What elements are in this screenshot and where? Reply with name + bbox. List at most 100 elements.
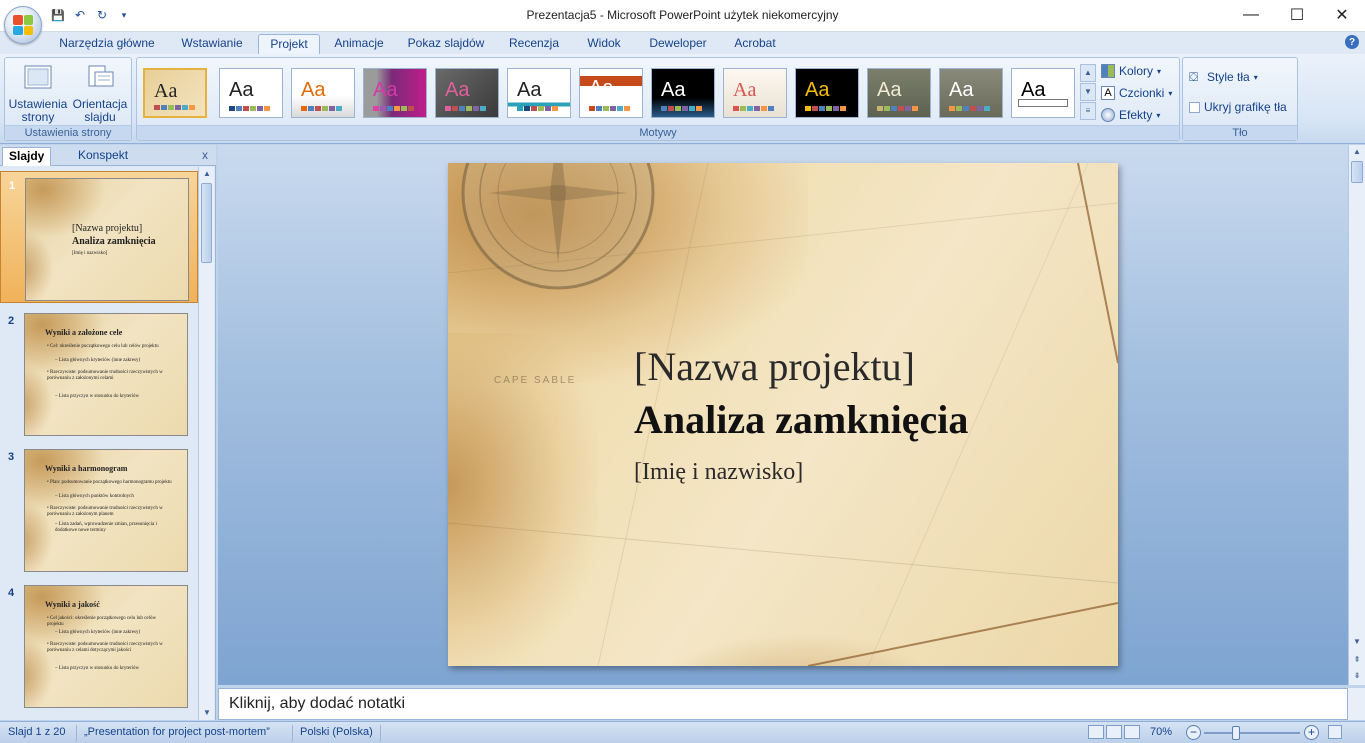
scroll-up-icon[interactable]: ▲ <box>199 167 215 181</box>
scroll-up-icon[interactable]: ▲ <box>1349 145 1365 159</box>
normal-view-icon[interactable] <box>1088 725 1104 739</box>
help-icon[interactable]: ? <box>1345 35 1359 49</box>
page-setup-button[interactable]: Ustawienia strony <box>7 62 69 126</box>
group-label-background: Tło <box>1183 125 1297 140</box>
slide-title-line1[interactable]: [Nazwa projektu] <box>634 343 915 390</box>
theme-thumbnail[interactable]: Aa <box>651 68 715 118</box>
tab-developer[interactable]: Deweloper <box>640 34 716 54</box>
slide-subtitle[interactable]: [Imię i nazwisko] <box>634 459 803 486</box>
tab-outline[interactable]: Konspekt <box>72 147 134 166</box>
slide-preview: [Nazwa projektu] Analiza zamknięcia [Imi… <box>25 178 189 301</box>
theme-fonts-button[interactable]: A Czcionki ▾ <box>1101 84 1172 102</box>
tab-view[interactable]: Widok <box>576 34 632 54</box>
group-themes: Aa Aa Aa Aa Aa Aa Aa Aa Aa Aa Aa Aa Aa ▲… <box>136 57 1180 141</box>
themes-gallery-scroll[interactable]: ▲ ▼ ≡ <box>1080 64 1096 120</box>
status-bar: Slajd 1 z 20 „Presentation for project p… <box>0 721 1365 743</box>
thumb-subbullet: – Lista przyczyn w stosunku do kryteriów <box>55 666 140 671</box>
theme-thumbnail[interactable]: Aa <box>143 68 207 118</box>
office-logo-icon <box>13 15 33 35</box>
tab-home[interactable]: Narzędzia główne <box>52 34 162 54</box>
thumbnails-scrollbar[interactable]: ▲ ▼ <box>198 167 214 720</box>
slide-orientation-icon <box>85 64 115 92</box>
next-slide-icon[interactable]: ⇟ <box>1349 669 1365 683</box>
panel-tabs: Slajdy Konspekt x <box>0 145 216 166</box>
theme-thumbnail[interactable]: Aa <box>219 68 283 118</box>
theme-thumbnail[interactable]: Aa <box>939 68 1003 118</box>
slide-editor: CAPE SABLE [Nazwa projektu] Analiza zamk… <box>218 145 1348 685</box>
minimize-button[interactable]: — <box>1228 0 1274 30</box>
theme-thumbnail[interactable]: Aa <box>363 68 427 118</box>
zoom-in-icon[interactable]: + <box>1304 725 1319 740</box>
slide-thumbnail[interactable]: 4 Wyniki a jakość • Cel jakości: określe… <box>0 579 198 711</box>
tab-acrobat[interactable]: Acrobat <box>724 34 786 54</box>
slide-thumbnail[interactable]: 2 Wyniki a założone cele • Cel: określen… <box>0 307 198 439</box>
window-title: Prezentacja5 - Microsoft PowerPoint użyt… <box>526 8 839 22</box>
maximize-button[interactable]: ☐ <box>1274 0 1320 30</box>
thumb-title-line1: [Nazwa projektu] <box>72 223 143 234</box>
zoom-slider-thumb[interactable] <box>1232 726 1240 740</box>
tab-slides[interactable]: Slajdy <box>2 147 52 166</box>
theme-thumbnail[interactable]: Aa <box>867 68 931 118</box>
theme-thumbnail[interactable]: Aa <box>291 68 355 118</box>
slide-orientation-button[interactable]: Orientacja slajdu <box>69 62 131 126</box>
theme-thumbnail[interactable]: Aa <box>579 68 643 118</box>
slide-thumbnail[interactable]: 3 Wyniki a harmonogram • Plan: podsumowa… <box>0 443 198 575</box>
scrollbar-thumb[interactable] <box>1351 161 1363 183</box>
slide-sorter-icon[interactable] <box>1106 725 1122 739</box>
hide-background-graphics-checkbox[interactable]: Ukryj grafikę tła <box>1189 98 1287 116</box>
close-panel-icon[interactable]: x <box>202 148 208 162</box>
tab-review[interactable]: Recenzja <box>502 34 566 54</box>
scroll-down-icon[interactable]: ▼ <box>199 706 215 720</box>
thumb-bullet: • Rzeczywiste: podsumowanie trudności rz… <box>47 506 163 517</box>
tab-insert[interactable]: Wstawianie <box>172 34 252 54</box>
theme-name: „Presentation for project post-mortem” <box>84 726 270 738</box>
language[interactable]: Polski (Polska) <box>300 726 373 738</box>
zoom-level[interactable]: 70% <box>1150 726 1172 738</box>
thumb-title-line2: Analiza zamknięcia <box>72 236 156 247</box>
gallery-more-icon[interactable]: ≡ <box>1080 102 1096 120</box>
paint-bucket-icon: ⛋ <box>1189 70 1199 84</box>
theme-thumbnail[interactable]: Aa <box>507 68 571 118</box>
group-label-themes: Motywy <box>137 125 1179 140</box>
scrollbar-thumb[interactable] <box>201 183 212 263</box>
scroll-down-icon[interactable]: ▼ <box>1349 635 1365 649</box>
thumb-subbullet: – Lista głównych kryteriów (inne zakresy… <box>55 630 141 635</box>
page-setup-icon <box>23 64 53 92</box>
tab-animations[interactable]: Animacje <box>326 34 392 54</box>
editor-scrollbar[interactable]: ▲ ▼ ⇞ ⇟ <box>1348 145 1365 685</box>
slide-show-icon[interactable] <box>1124 725 1140 739</box>
group-label-page-setup: Ustawienia strony <box>5 125 131 140</box>
slide-thumbnails: 1 [Nazwa projektu] Analiza zamknięcia [I… <box>0 167 198 720</box>
zoom-slider[interactable] <box>1204 732 1300 734</box>
tab-design[interactable]: Projekt <box>258 34 320 54</box>
background-styles-button[interactable]: ⛋ Style tła ▾ <box>1189 68 1258 86</box>
slides-panel: Slajdy Konspekt x 1 [Nazwa projektu] Ana… <box>0 145 216 720</box>
thumb-bullet: • Cel jakości: określenie początkowego c… <box>47 616 157 627</box>
zoom-out-icon[interactable]: − <box>1186 725 1201 740</box>
page-setup-label: Ustawienia strony <box>8 97 68 124</box>
theme-thumbnail[interactable]: Aa <box>435 68 499 118</box>
close-button[interactable]: ✕ <box>1319 0 1365 30</box>
current-slide[interactable]: CAPE SABLE [Nazwa projektu] Analiza zamk… <box>448 163 1118 666</box>
notes-scrollbar[interactable] <box>1348 688 1365 720</box>
slide-orientation-label: Orientacja slajdu <box>72 97 128 124</box>
theme-thumbnail[interactable]: Aa <box>723 68 787 118</box>
previous-slide-icon[interactable]: ⇞ <box>1349 653 1365 667</box>
theme-thumbnail[interactable]: Aa <box>795 68 859 118</box>
thumb-bullet: • Rzeczywiste: podsumowanie trudności rz… <box>47 370 163 381</box>
theme-thumbnail[interactable]: Aa <box>1011 68 1075 118</box>
effects-icon <box>1101 108 1115 122</box>
fit-to-window-icon[interactable] <box>1328 725 1342 739</box>
theme-colors-button[interactable]: Kolory ▾ <box>1101 62 1161 80</box>
theme-effects-button[interactable]: Efekty ▾ <box>1101 106 1160 124</box>
notes-pane[interactable]: Kliknij, aby dodać notatki <box>218 688 1348 720</box>
slide-title-line2[interactable]: Analiza zamknięcia <box>634 396 968 443</box>
checkbox-icon[interactable] <box>1189 101 1200 113</box>
office-button[interactable] <box>4 6 42 44</box>
slide-thumbnail[interactable]: 1 [Nazwa projektu] Analiza zamknięcia [I… <box>0 171 198 303</box>
gallery-up-icon[interactable]: ▲ <box>1080 64 1096 82</box>
tab-slide-show[interactable]: Pokaz slajdów <box>400 34 492 54</box>
gallery-down-icon[interactable]: ▼ <box>1080 83 1096 101</box>
thumb-bullet: • Plan: podsumowanie początkowego harmon… <box>47 480 172 485</box>
ribbon: Ustawienia strony Orientacja slajdu Usta… <box>0 54 1365 144</box>
